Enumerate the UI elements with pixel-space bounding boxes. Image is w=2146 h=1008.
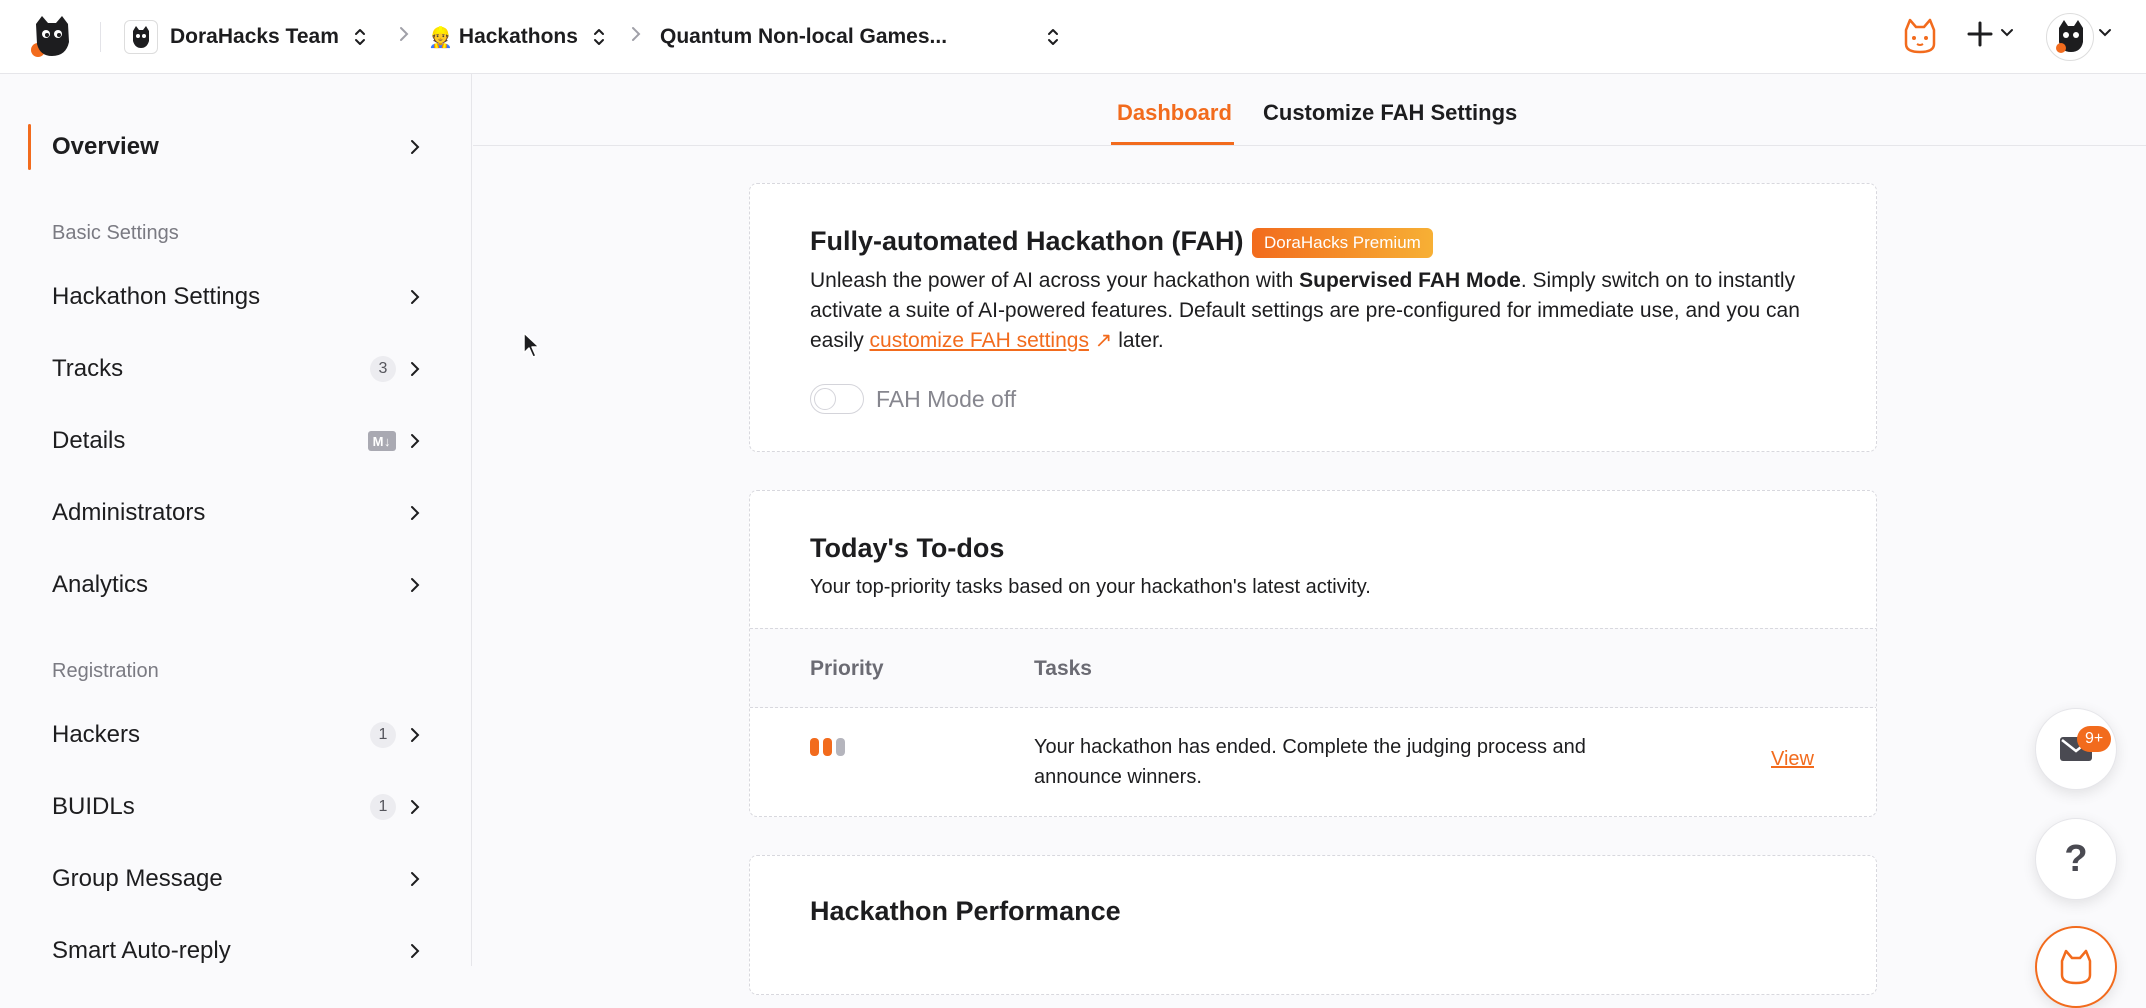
sidebar-item-tracks[interactable]: Tracks 3 [52,344,422,394]
breadcrumb-hackathon[interactable]: Quantum Non-local Games... [660,14,1060,60]
sidebar-item-label: Overview [52,133,159,160]
column-header-tasks: Tasks [1034,657,1092,680]
desc-bold: Supervised FAH Mode [1299,269,1521,292]
chevron-right-icon [411,578,420,592]
sidebar-item-label: Analytics [52,571,149,598]
priority-bar [823,738,832,756]
section-label-basic-settings: Basic Settings [52,222,179,244]
chevron-right-icon [411,800,420,814]
breadcrumb-hackathons[interactable]: 👷 Hackathons [428,14,606,60]
external-link-icon: ↗ [1094,329,1113,352]
performance-title: Hackathon Performance [810,896,1121,926]
help-icon: ? [2064,837,2088,880]
ai-cat-icon [2060,949,2092,985]
table-row: Your hackathon has ended. Complete the j… [750,708,1876,816]
sidebar-item-label: Hackers [52,721,141,748]
chevron-right-icon [411,290,420,304]
tab-bar: Dashboard Customize FAH Settings [473,74,2146,146]
toggle-knob [814,388,836,410]
breadcrumb-team[interactable]: DoraHacks Team [124,14,367,60]
priority-indicator-icon [810,738,845,756]
priority-bar [810,738,819,756]
performance-card: Hackathon Performance [749,855,1877,995]
updown-chevron-icon [593,29,604,45]
mouse-cursor-icon [523,332,540,358]
chevron-right-icon [632,27,641,41]
desc-text: later. [1112,329,1164,352]
markdown-icon: M↓ [367,431,396,451]
count-badge: 1 [370,794,396,820]
sidebar: Overview Basic Settings Hackathon Settin… [0,74,472,966]
premium-badge: DoraHacks Premium [1252,228,1433,258]
updown-chevron-icon [354,29,365,45]
sidebar-item-hackathon-settings[interactable]: Hackathon Settings [52,272,422,322]
updown-chevron-icon [1048,29,1058,45]
chevron-down-icon[interactable] [2098,26,2112,40]
chevron-right-icon [411,944,420,958]
fah-title: Fully-automated Hackathon (FAH) [810,226,1244,256]
chevron-right-icon [411,140,420,154]
view-task-link[interactable]: View [1771,748,1814,771]
count-badge: 1 [370,722,396,748]
chevron-right-icon [411,506,420,520]
tab-customize-fah-settings[interactable]: Customize FAH Settings [1263,100,1517,126]
avatar[interactable] [2046,13,2094,61]
sidebar-item-group-message[interactable]: Group Message [52,854,422,904]
desc-text: Unleash the power of AI across your hack… [810,269,1300,292]
todo-title: Today's To-dos [810,533,1005,563]
count-badge: 3 [370,356,396,382]
sidebar-item-details[interactable]: Details M↓ [52,416,422,466]
customize-fah-link[interactable]: customize FAH settings [870,329,1089,352]
active-tab-indicator [1111,142,1234,145]
unread-badge: 9+ [2077,726,2112,752]
toggle-label: FAH Mode off [876,385,1017,412]
sidebar-item-label: Hackathon Settings [52,283,261,310]
tab-dashboard[interactable]: Dashboard [1117,100,1232,126]
sidebar-item-label: Tracks [52,355,124,382]
task-text: Your hackathon has ended. Complete the j… [1034,736,1586,788]
team-name: DoraHacks Team [170,25,339,48]
sidebar-item-analytics[interactable]: Analytics [52,560,422,610]
section-label-registration: Registration [52,660,159,682]
priority-bar [836,738,845,756]
sidebar-item-overview[interactable]: Overview [52,122,422,172]
fah-mode-toggle[interactable] [810,384,864,414]
chevron-right-icon [411,362,420,376]
sidebar-item-label: BUIDLs [52,793,135,820]
plus-icon[interactable] [1966,20,1994,48]
sidebar-item-smart-auto-reply[interactable]: Smart Auto-reply [52,926,422,976]
topbar-divider [100,22,101,52]
sidebar-item-label: Administrators [52,499,206,526]
fah-toggle-row: FAH Mode off [810,384,1016,414]
chevron-down-icon[interactable] [2000,26,2014,40]
sidebar-item-buidls[interactable]: BUIDLs 1 [52,782,422,832]
chevron-right-icon [411,434,420,448]
active-indicator [28,124,31,170]
sidebar-item-label: Group Message [52,865,223,892]
fah-description: Unleash the power of AI across your hack… [810,266,1820,356]
column-header-priority: Priority [810,657,884,680]
chevron-right-icon [400,27,409,41]
fah-card: Fully-automated Hackathon (FAH) DoraHack… [749,183,1877,452]
hacker-emoji-icon: 👷 [428,26,453,49]
ai-cat-icon[interactable] [1900,16,1940,56]
sidebar-item-label: Smart Auto-reply [52,937,231,964]
chevron-right-icon [411,872,420,886]
ai-assistant-button[interactable] [2035,926,2117,1008]
team-logo [124,20,158,54]
table-header: Priority Tasks [750,628,1876,708]
sidebar-item-administrators[interactable]: Administrators [52,488,422,538]
hackathon-name: Quantum Non-local Games... [660,25,948,48]
help-button[interactable]: ? [2035,818,2117,900]
section-name: Hackathons [458,25,578,48]
chevron-right-icon [411,728,420,742]
sidebar-item-label: Details [52,427,126,454]
todo-subtitle: Your top-priority tasks based on your ha… [810,576,1371,598]
top-bar: DoraHacks Team 👷 Hackathons Quantum Non-… [0,0,2146,74]
todo-card: Today's To-dos Your top-priority tasks b… [749,490,1877,817]
sidebar-item-hackers[interactable]: Hackers 1 [52,710,422,760]
dorahacks-logo[interactable] [28,12,76,60]
